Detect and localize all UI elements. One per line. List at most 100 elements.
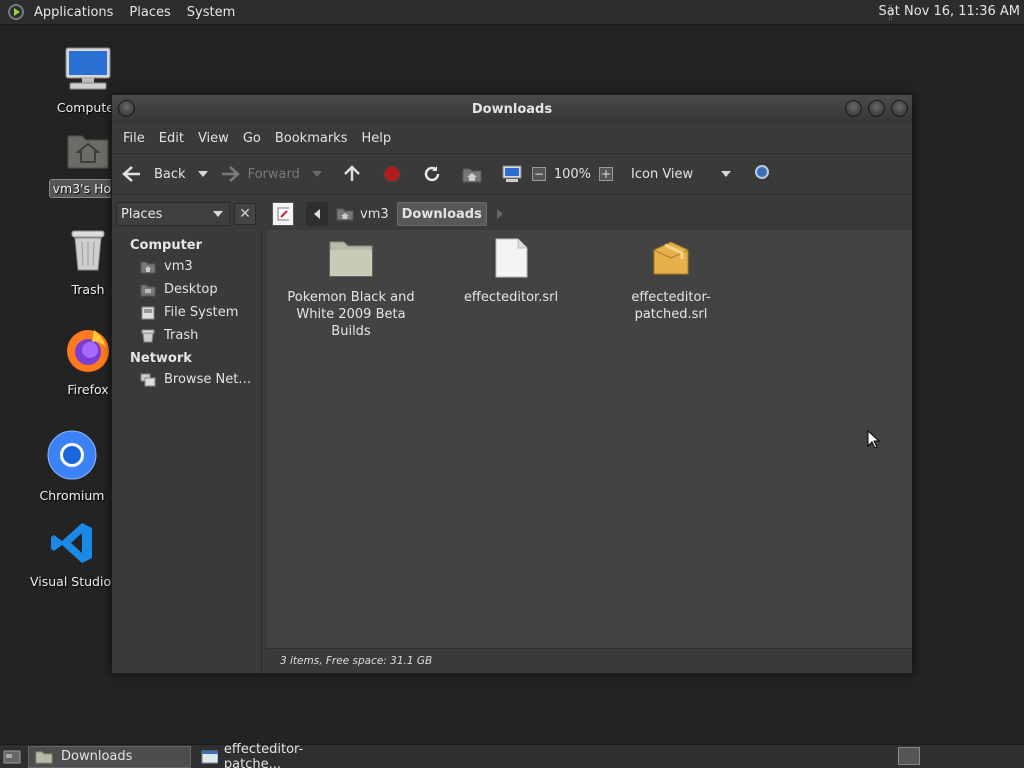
toolbar: Back Forward − 100% + Icon View: [112, 153, 912, 195]
menu-help[interactable]: Help: [354, 131, 398, 146]
search-button[interactable]: [753, 163, 775, 185]
zoom-control: − 100% +: [531, 166, 614, 182]
sidebar-item-trash[interactable]: Trash: [112, 324, 261, 347]
file-view[interactable]: Pokemon Black and White 2009 Beta Builds…: [266, 230, 912, 648]
forward-history-dropdown[interactable]: [311, 171, 322, 177]
folder-icon: [329, 241, 373, 277]
window-menu-button[interactable]: [118, 100, 135, 117]
status-bar: 3 items, Free space: 31.1 GB: [266, 648, 912, 673]
sidebar-item-browse-network[interactable]: Browse Net…: [112, 368, 261, 391]
menu-bookmarks[interactable]: Bookmarks: [268, 131, 355, 146]
vscode-icon: [51, 523, 92, 563]
breadcrumb-left-button[interactable]: [306, 202, 328, 226]
home-folder-icon: [67, 135, 109, 169]
view-mode-select[interactable]: Icon View: [631, 167, 741, 182]
back-history-dropdown[interactable]: [197, 171, 208, 177]
applications-menu[interactable]: Applications: [26, 5, 121, 20]
computer-icon: [65, 47, 111, 90]
sidebar-item-vm3[interactable]: vm3: [112, 255, 261, 278]
close-button[interactable]: [891, 100, 908, 117]
sidebar-heading-computer: Computer: [130, 238, 203, 253]
menubar: File Edit View Go Bookmarks Help: [112, 123, 912, 153]
up-button[interactable]: [341, 163, 363, 185]
sidebar-item-filesystem[interactable]: File System: [112, 301, 261, 324]
menu-file[interactable]: File: [116, 131, 152, 146]
places-menu[interactable]: Places: [121, 5, 178, 20]
view-mode-label: Icon View: [631, 166, 694, 182]
zoom-in-icon[interactable]: +: [599, 167, 614, 181]
system-menu[interactable]: System: [179, 5, 243, 20]
sidebar-type-select[interactable]: Places: [116, 202, 230, 226]
home-button[interactable]: [461, 163, 483, 185]
firefox-icon: [67, 330, 109, 372]
breadcrumb-label: vm3: [360, 206, 389, 222]
home-folder-icon: [140, 261, 156, 273]
file-item[interactable]: effecteditor-patched.srl: [596, 230, 746, 323]
task-downloads[interactable]: Downloads: [28, 745, 191, 768]
desktop-label: Chromium: [39, 488, 105, 503]
menu-view[interactable]: View: [191, 131, 236, 146]
top-panel: Applications Places System Sat Nov 16, 1…: [0, 0, 1024, 25]
back-arrow-icon: [122, 166, 140, 182]
computer-button[interactable]: [501, 163, 523, 185]
sidebar-item-label: Trash: [164, 328, 199, 343]
zoom-level: 100%: [553, 166, 592, 182]
file-name: Pokemon Black and White 2009 Beta Builds: [287, 290, 415, 339]
breadcrumb-right-button[interactable]: [493, 202, 507, 226]
file-item[interactable]: Pokemon Black and White 2009 Beta Builds: [276, 230, 426, 340]
forward-arrow-icon: [221, 166, 240, 182]
stop-icon: [383, 165, 401, 183]
location-toggle-button[interactable]: [272, 202, 294, 226]
desktop-icon-chromium[interactable]: Chromium: [27, 430, 117, 504]
places-sidebar: Computer vm3 Desktop File System Trash N…: [112, 230, 262, 673]
sidebar-item-desktop[interactable]: Desktop: [112, 278, 261, 301]
package-icon: [653, 241, 689, 275]
file-manager-window: Downloads File Edit View Go Bookmarks He…: [111, 94, 913, 674]
sidebar-item-label: vm3: [164, 259, 193, 274]
menu-go[interactable]: Go: [236, 131, 268, 146]
forward-label: Forward: [247, 166, 300, 182]
reload-button[interactable]: [421, 163, 443, 185]
task-effecteditor[interactable]: effecteditor-patche...: [195, 742, 358, 768]
zoom-out-icon[interactable]: −: [531, 167, 546, 181]
window-titlebar[interactable]: Downloads: [112, 95, 912, 123]
breadcrumb-downloads[interactable]: Downloads: [396, 202, 487, 226]
close-icon: ✕: [239, 206, 251, 222]
status-text: 3 items, Free space: 31.1 GB: [280, 655, 433, 667]
edit-location-icon: [277, 207, 289, 221]
minimize-button[interactable]: [845, 100, 862, 117]
breadcrumb-vm3[interactable]: vm3: [332, 202, 393, 226]
chevron-left-icon: [314, 209, 320, 219]
app-window-icon: [201, 750, 218, 763]
gnome-logo-icon[interactable]: [8, 4, 24, 20]
window-title: Downloads: [471, 101, 553, 117]
clock[interactable]: Sat Nov 16, 11:36 AM: [879, 4, 1020, 19]
chromium-icon: [47, 430, 97, 480]
search-icon: [755, 165, 775, 185]
show-desktop-button[interactable]: [0, 746, 24, 768]
file-item[interactable]: effecteditor.srl: [436, 230, 586, 306]
breadcrumb-label: Downloads: [401, 206, 482, 222]
mouse-cursor-icon: [867, 430, 881, 449]
close-sidebar-button[interactable]: ✕: [234, 203, 256, 225]
file-name: effecteditor.srl: [463, 290, 559, 305]
up-arrow-icon: [343, 165, 360, 181]
desktop-icon-vscode[interactable]: Visual Studio Co: [27, 520, 131, 590]
chevron-down-icon: [721, 171, 732, 177]
reload-icon: [424, 166, 440, 182]
sidebar-item-label: Desktop: [164, 282, 218, 297]
trash-icon: [141, 329, 155, 342]
menu-edit[interactable]: Edit: [152, 131, 191, 146]
workspace-switcher[interactable]: [898, 747, 920, 765]
back-button[interactable]: Back: [122, 164, 186, 184]
chevron-down-icon: [213, 211, 223, 217]
home-icon: [462, 168, 482, 183]
back-label: Back: [154, 166, 186, 182]
document-icon: [495, 238, 528, 278]
show-desktop-icon: [3, 750, 21, 763]
folder-icon: [35, 751, 53, 763]
stop-button[interactable]: [381, 163, 403, 185]
maximize-button[interactable]: [868, 100, 885, 117]
home-folder-icon: [336, 208, 354, 221]
forward-button[interactable]: Forward: [218, 164, 300, 184]
